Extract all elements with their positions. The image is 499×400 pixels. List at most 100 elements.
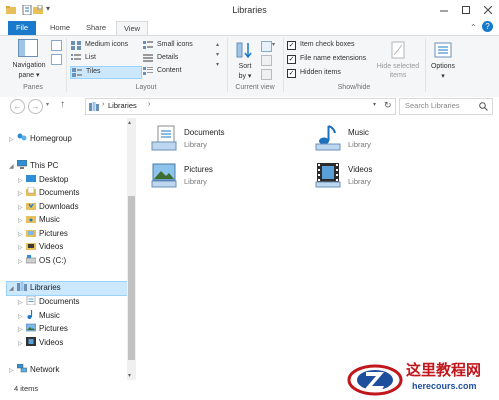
add-columns-icon[interactable]	[261, 55, 272, 66]
tree-item-videos[interactable]: ▷ Videos	[18, 240, 63, 253]
library-tile-videos[interactable]: Videos Library	[314, 161, 434, 191]
tree-item-lib-documents[interactable]: ▷ Documents	[18, 295, 79, 308]
file-name-extensions-toggle[interactable]: ✓ File name extensions	[287, 54, 371, 65]
close-button[interactable]	[477, 0, 499, 20]
item-count: 4 items	[14, 384, 39, 393]
music-folder-icon	[26, 216, 36, 223]
nav-scrollbar-thumb[interactable]	[128, 196, 135, 360]
tab-file[interactable]: File	[8, 21, 36, 35]
expand-chevron-icon[interactable]: ▷	[9, 134, 17, 147]
tile-name: Pictures	[184, 165, 213, 174]
help-icon[interactable]: ?	[482, 21, 493, 32]
pictures-library-icon	[26, 323, 36, 332]
item-check-boxes-toggle[interactable]: ✓ Item check boxes	[287, 40, 371, 51]
computer-icon	[17, 160, 27, 169]
expand-chevron-icon[interactable]: ▷	[9, 365, 17, 378]
options-label: Options	[430, 63, 456, 70]
address-dropdown-icon[interactable]: ▾	[373, 101, 376, 108]
layout-details[interactable]: Details	[142, 53, 214, 64]
checkbox-checked-icon: ✓	[287, 69, 296, 78]
breadcrumb-libraries[interactable]: Libraries	[108, 101, 137, 110]
sort-label: Sort	[238, 63, 252, 70]
small-icons-icon	[143, 41, 153, 49]
tile-name: Videos	[348, 165, 373, 174]
hidden-items-toggle[interactable]: ✓ Hidden items	[287, 68, 371, 79]
hide-selected-label: Hide selected	[376, 63, 420, 70]
size-columns-icon[interactable]	[261, 69, 272, 80]
group-by-dropdown-icon[interactable]: ▾	[272, 41, 275, 48]
library-tile-music[interactable]: Music Library	[314, 124, 434, 154]
forward-button[interactable]: →	[28, 99, 43, 114]
tree-item-pictures[interactable]: ▷ Pictures	[18, 227, 68, 240]
layout-item-label: Small icons	[157, 41, 193, 48]
tree-item-documents[interactable]: ▷ Documents	[18, 186, 79, 199]
layout-item-label: Content	[157, 67, 182, 74]
layout-group-label: Layout	[135, 84, 157, 91]
library-tile-documents[interactable]: Documents Library	[150, 124, 270, 154]
layout-small-icons[interactable]: Small icons	[142, 40, 214, 51]
breadcrumb-chevron-icon[interactable]: ›	[148, 101, 150, 108]
layout-scroll-arrows[interactable]: ▴ ▾ ▾	[216, 40, 219, 70]
library-tile-pictures[interactable]: Pictures Library	[150, 161, 270, 191]
expand-chevron-icon[interactable]: ▷	[18, 256, 26, 269]
tree-item-label: Pictures	[39, 229, 68, 238]
search-box[interactable]: Search Libraries	[399, 98, 493, 115]
sort-by-button[interactable]: Sort by ▾	[232, 38, 258, 82]
tree-item-label: Network	[30, 365, 60, 374]
tree-item-downloads[interactable]: ▷ Downloads	[18, 200, 79, 213]
recent-locations-icon[interactable]: ▾	[46, 101, 49, 108]
checkbox-checked-icon: ✓	[287, 55, 296, 64]
layout-list[interactable]: List	[70, 53, 142, 64]
group-by-icon[interactable]	[261, 41, 272, 52]
search-input[interactable]: Search Libraries	[405, 101, 460, 110]
options-button[interactable]: Options ▾	[427, 38, 459, 82]
tree-item-label: Desktop	[39, 175, 69, 184]
tree-item-lib-pictures[interactable]: ▷ Pictures	[18, 322, 68, 335]
tree-item-desktop[interactable]: ▷ Desktop	[18, 173, 68, 186]
tree-item-os-c[interactable]: ▷ OS (C:)	[18, 254, 66, 267]
tree-item-network[interactable]: ▷ Network	[9, 363, 59, 376]
tree-item-lib-videos[interactable]: ▷ Videos	[18, 336, 63, 349]
tab-share[interactable]: Share	[80, 21, 112, 35]
layout-medium-icons[interactable]: Medium icons	[70, 40, 142, 51]
expand-chevron-icon[interactable]: ▷	[18, 338, 26, 351]
refresh-icon[interactable]: ↻	[384, 100, 392, 111]
tree-item-libraries[interactable]: ◢ Libraries	[9, 281, 61, 294]
options-dropdown-icon: ▾	[441, 73, 445, 80]
tree-item-label: Videos	[39, 338, 64, 347]
collapse-chevron-icon[interactable]: ◢	[9, 161, 17, 174]
tree-item-label: Documents	[39, 297, 80, 306]
layout-tiles[interactable]: Tiles	[70, 66, 142, 79]
preview-pane-icon[interactable]	[51, 40, 62, 51]
tree-item-label: Music	[39, 215, 60, 224]
videos-library-icon	[26, 337, 36, 346]
tab-home[interactable]: Home	[44, 21, 76, 35]
scroll-down-arrow-icon[interactable]: ▾	[128, 372, 131, 379]
ribbon-collapse-icon[interactable]: ⌃	[470, 23, 477, 32]
hide-selected-items-button[interactable]: Hide selected items	[373, 38, 423, 82]
watermark-text: 这里教程网	[406, 361, 482, 379]
tree-item-music[interactable]: ▷ Music	[18, 213, 60, 226]
panes-group-label: Panes	[23, 84, 43, 91]
hidden-items-label: Hidden items	[300, 69, 341, 76]
tree-item-this-pc[interactable]: ◢ This PC	[9, 159, 58, 172]
tree-item-homegroup[interactable]: ▷ Homegroup	[9, 132, 72, 145]
minimize-button[interactable]	[433, 0, 455, 20]
up-button[interactable]: ↑	[60, 99, 65, 110]
tree-item-lib-music[interactable]: ▷ Music	[18, 309, 60, 322]
layout-content[interactable]: Content	[142, 66, 214, 77]
address-box[interactable]: › Libraries › ▾ ↻	[85, 98, 396, 115]
scroll-up-arrow-icon[interactable]: ▴	[128, 119, 131, 126]
documents-library-icon	[151, 125, 177, 151]
tile-name: Music	[348, 128, 369, 137]
collapse-chevron-icon[interactable]: ◢	[9, 283, 17, 296]
tab-view[interactable]: View	[116, 21, 148, 36]
tile-subtitle: Library	[184, 140, 207, 149]
navigation-pane-button[interactable]: Navigation pane ▾	[8, 37, 50, 81]
sort-label-2: by ▾	[238, 73, 252, 80]
tile-subtitle: Library	[348, 140, 371, 149]
details-pane-icon[interactable]	[51, 54, 62, 65]
search-icon[interactable]	[479, 102, 488, 111]
maximize-button[interactable]	[455, 0, 477, 20]
back-button[interactable]: ←	[10, 99, 25, 114]
